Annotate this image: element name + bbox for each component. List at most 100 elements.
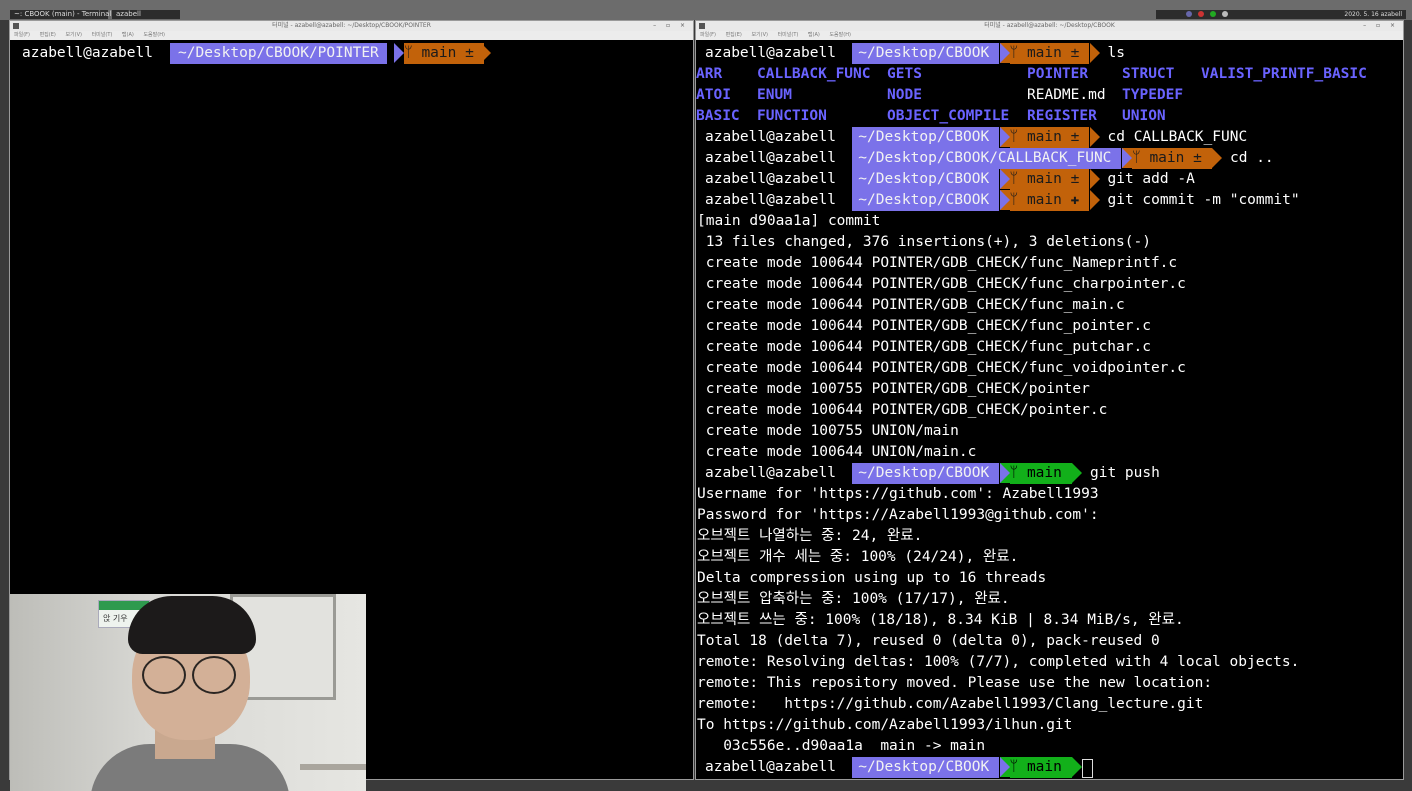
ls-directory[interactable]: ARR: [696, 64, 722, 85]
prompt-line: azabell@azabell ~/Desktop/CBOOK/POINTER …: [10, 43, 491, 64]
prompt-separator: [481, 43, 491, 63]
menu-help[interactable]: 도움말(H): [143, 32, 164, 38]
prompt-branch: ᛘ main ±: [1132, 148, 1212, 169]
prompt-user: azabell@azabell: [705, 465, 836, 481]
ls-directory[interactable]: CALLBACK_FUNC: [757, 64, 871, 85]
prompt-path: ~/Desktop/CBOOK: [852, 169, 1000, 190]
prompt-path: ~/Desktop/CBOOK: [852, 127, 1000, 148]
webcam-shelf: [300, 764, 366, 770]
ls-directory[interactable]: NODE: [887, 85, 922, 106]
system-tray: 2020. 5. 16 azabell: [1156, 10, 1406, 19]
prompt-separator: [1089, 190, 1100, 210]
prompt-path: ~/Desktop/CBOOK: [852, 190, 1000, 211]
ls-directory[interactable]: ATOI: [696, 85, 731, 106]
menubar: 파일(F) 편집(E) 보기(V) 터미널(T) 탭(A) 도움말(H): [10, 31, 693, 40]
branch-label: main: [1026, 465, 1062, 481]
prompt-branch: ᛘ main ±: [1009, 43, 1090, 64]
record-icon[interactable]: [1198, 11, 1204, 17]
push-output-line: To https://github.com/Azabell1993/ilhun.…: [697, 717, 1073, 733]
ls-directory[interactable]: POINTER: [1027, 64, 1088, 85]
window-controls[interactable]: – ▫ ×: [1363, 21, 1399, 31]
menu-terminal[interactable]: 터미널(T): [778, 32, 799, 38]
menu-terminal[interactable]: 터미널(T): [92, 32, 113, 38]
menu-edit[interactable]: 편집(E): [726, 32, 742, 38]
command-text: git push: [1090, 465, 1160, 481]
prompt-line: azabell@azabell ~/Desktop/CBOOK ᛘ main ± gi…: [696, 169, 1402, 190]
window-title: 터미널 - azabell@azabell: ~/Desktop/CBOOK: [984, 22, 1115, 29]
volume-icon[interactable]: [1222, 11, 1228, 17]
webcam-sign-text: 앉 기우: [103, 614, 128, 623]
webcam-glasses-left: [142, 656, 186, 694]
push-output-line: remote: Resolving deltas: 100% (7/7), co…: [697, 654, 1300, 670]
prompt-separator: [842, 757, 853, 777]
commit-output-line: create mode 100644 POINTER/GDB_CHECK/fun…: [697, 318, 1151, 334]
command-text: cd ..: [1230, 150, 1274, 166]
commit-output-line: create mode 100644 POINTER/GDB_CHECK/fun…: [697, 360, 1186, 376]
clock: 2020. 5. 16 azabell: [1344, 11, 1402, 18]
prompt-path: ~/Desktop/CBOOK: [852, 43, 1000, 64]
branch-icon: ᛘ: [1009, 192, 1027, 208]
taskbar-item-desktop[interactable]: ~: CBOOK (main) - Terminal: [10, 10, 111, 19]
branch-label: main ±: [1026, 171, 1080, 187]
ls-directory[interactable]: VALIST_PRINTF_BASIC: [1201, 64, 1367, 85]
window-controls[interactable]: – ▫ ×: [653, 21, 689, 31]
prompt-branch: ᛘ main ±: [1009, 169, 1090, 190]
menu-file[interactable]: 파일(F): [14, 32, 30, 38]
ls-directory[interactable]: ENUM: [757, 85, 792, 106]
prompt-path: ~/Desktop/CBOOK: [852, 757, 1000, 778]
terminal-icon: [13, 23, 19, 29]
prompt-separator: [842, 463, 853, 483]
branch-label: main ±: [1026, 129, 1080, 145]
prompt-branch: ᛘ main ✚: [1009, 190, 1090, 211]
menubar: 파일(F) 편집(E) 보기(V) 터미널(T) 탭(A) 도움말(H): [696, 31, 1403, 40]
ls-directory[interactable]: STRUCT: [1122, 64, 1174, 85]
chat-icon[interactable]: [1210, 11, 1216, 17]
menu-view[interactable]: 보기(V): [751, 32, 768, 38]
menu-help[interactable]: 도움말(H): [829, 32, 850, 38]
commit-output-line: create mode 100755 UNION/main: [697, 423, 959, 439]
prompt-separator: [842, 169, 853, 189]
prompt-branch: ᛘ main: [1009, 757, 1072, 778]
branch-icon: ᛘ: [1009, 759, 1027, 775]
branch-label: main ±: [421, 45, 474, 61]
prompt-user: azabell@azabell: [705, 45, 836, 61]
prompt-separator: [999, 169, 1010, 189]
commit-output-line: create mode 100644 POINTER/GDB_CHECK/fun…: [697, 255, 1178, 271]
prompt-line: azabell@azabell ~/Desktop/CBOOK ᛘ main: [696, 757, 1402, 778]
commit-output-line: create mode 100755 POINTER/GDB_CHECK/poi…: [697, 381, 1090, 397]
prompt-branch: ᛘ main: [1009, 463, 1072, 484]
webcam-overlay: 앉 기우: [10, 594, 366, 791]
ls-directory[interactable]: OBJECT_COMPILE: [887, 106, 1009, 127]
terminal-window-right[interactable]: 터미널 - azabell@azabell: ~/Desktop/CBOOK –…: [695, 20, 1404, 780]
menu-view[interactable]: 보기(V): [65, 32, 82, 38]
menu-edit[interactable]: 편집(E): [40, 32, 56, 38]
window-titlebar[interactable]: 터미널 - azabell@azabell: ~/Desktop/CBOOK –…: [696, 21, 1403, 31]
prompt-separator: [160, 43, 170, 63]
push-output-line: 오브젝트 개수 세는 중: 100% (24/24), 완료.: [697, 549, 1019, 565]
ls-directory[interactable]: TYPEDEF: [1122, 85, 1183, 106]
menu-tabs[interactable]: 탭(A): [808, 32, 820, 38]
prompt-separator: [1089, 43, 1100, 63]
menu-tabs[interactable]: 탭(A): [122, 32, 134, 38]
prompt-separator: [1122, 148, 1132, 168]
branch-icon: ᛘ: [1009, 129, 1027, 145]
ls-directory[interactable]: UNION: [1122, 106, 1166, 127]
ls-directory[interactable]: FUNCTION: [757, 106, 827, 127]
menu-file[interactable]: 파일(F): [700, 32, 716, 38]
ls-directory[interactable]: BASIC: [696, 106, 740, 127]
ls-directory[interactable]: GETS: [887, 64, 922, 85]
network-icon[interactable]: [1186, 11, 1192, 17]
prompt-separator: [999, 43, 1010, 63]
prompt-branch: ᛘ main ±: [404, 43, 484, 64]
window-titlebar[interactable]: 터미널 - azabell@azabell: ~/Desktop/CBOOK/P…: [10, 21, 693, 31]
ls-directory[interactable]: REGISTER: [1027, 106, 1097, 127]
terminal-content[interactable]: azabell@azabell ~/Desktop/CBOOK ᛘ main ± ls…: [696, 40, 1403, 779]
taskbar-item-user[interactable]: azabell: [112, 10, 180, 19]
prompt-separator: [1089, 169, 1100, 189]
prompt-separator: [999, 127, 1010, 147]
prompt-separator: [1212, 148, 1222, 168]
push-output-line: 03c556e..d90aa1a main -> main: [697, 738, 986, 754]
prompt-line: azabell@azabell ~/Desktop/CBOOK ᛘ main ✚ gi…: [696, 190, 1402, 211]
prompt-separator: [1089, 127, 1100, 147]
ls-file[interactable]: README.md: [1027, 85, 1106, 106]
